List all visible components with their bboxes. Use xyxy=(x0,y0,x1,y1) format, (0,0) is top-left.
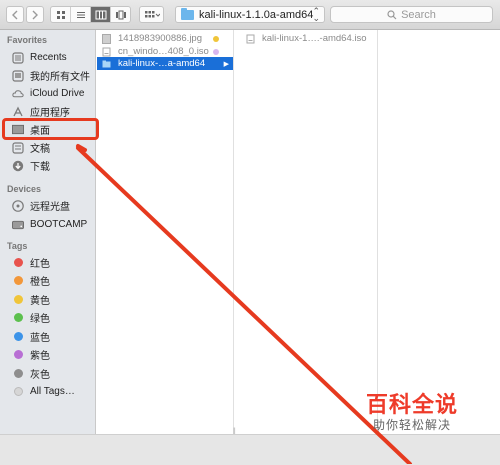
watermark: 百科全说 助你轻松解决 xyxy=(366,393,458,433)
arrow-line xyxy=(76,146,412,464)
watermark-title: 百科全说 xyxy=(366,392,459,417)
watermark-subtitle: 助你轻松解决 xyxy=(373,418,452,432)
